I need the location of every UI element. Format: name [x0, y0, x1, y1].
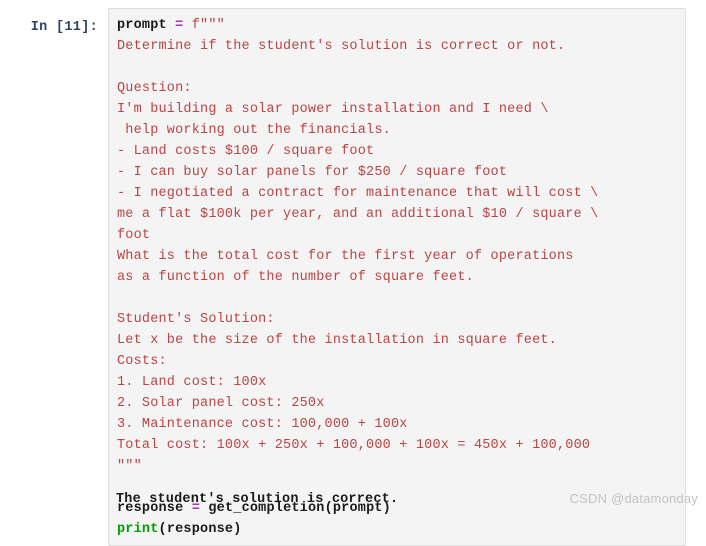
code-line: as a function of the number of square fe… [117, 267, 677, 288]
code-line: - Land costs $100 / square foot [117, 141, 677, 162]
code-token-str: foot [117, 228, 151, 243]
code-line: I'm building a solar power installation … [117, 99, 677, 120]
code-token-str: - I can buy solar panels for $250 / squa… [117, 165, 508, 180]
code-token-str: Question: [117, 81, 192, 96]
code-token-str: help working out the financials. [117, 123, 391, 138]
code-line: 1. Land cost: 100x [117, 372, 677, 393]
code-token-str: What is the total cost for the first yea… [117, 249, 574, 264]
code-line: Total cost: 100x + 250x + 100,000 + 100x… [117, 435, 677, 456]
code-line: me a flat $100k per year, and an additio… [117, 204, 677, 225]
code-line: help working out the financials. [117, 120, 677, 141]
code-token-str: - Land costs $100 / square foot [117, 144, 375, 159]
code-token-str: 1. Land cost: 100x [117, 375, 267, 390]
code-line: 3. Maintenance cost: 100,000 + 100x [117, 414, 677, 435]
code-line: print(response) [117, 519, 677, 540]
code-token-str: Total cost: 100x + 250x + 100,000 + 100x… [117, 438, 591, 453]
code-token-str: Determine if the student's solution is c… [117, 39, 566, 54]
code-token-name: (response) [158, 522, 242, 537]
cell-input-prompt-label: In [11]: [30, 20, 98, 35]
code-token-str: """ [117, 459, 142, 474]
code-line: """ [117, 456, 677, 477]
notebook-container: In [11]: prompt = f""" Determine if the s… [0, 0, 706, 546]
code-token-str: Student's Solution: [117, 312, 275, 327]
code-line: Determine if the student's solution is c… [117, 36, 677, 57]
code-line: foot [117, 225, 677, 246]
code-token-str: Let x be the size of the installation in… [117, 333, 557, 348]
notebook-code-cell[interactable]: In [11]: prompt = f""" Determine if the s… [0, 8, 706, 546]
code-line: Costs: [117, 351, 677, 372]
code-line: 2. Solar panel cost: 250x [117, 393, 677, 414]
code-token-str: f""" [191, 18, 225, 33]
code-line: - I negotiated a contract for maintenanc… [117, 183, 677, 204]
watermark-label: CSDN @datamonday [569, 491, 698, 506]
code-line: Student's Solution: [117, 309, 677, 330]
cell-code-editor[interactable]: prompt = f""" Determine if the student's … [108, 8, 686, 546]
code-token-str: 3. Maintenance cost: 100,000 + 100x [117, 417, 408, 432]
code-token-str: 2. Solar panel cost: 250x [117, 396, 325, 411]
code-line: Question: [117, 78, 677, 99]
code-token-str: as a function of the number of square fe… [117, 270, 474, 285]
code-token-name: prompt [117, 18, 167, 33]
code-token-str: - I negotiated a contract for maintenanc… [117, 186, 599, 201]
code-token-builtin: print [117, 522, 159, 537]
code-line: What is the total cost for the first yea… [117, 246, 677, 267]
code-token-str: Costs: [117, 354, 167, 369]
code-token-str: me a flat $100k per year, and an additio… [117, 207, 599, 222]
code-line: - I can buy solar panels for $250 / squa… [117, 162, 677, 183]
code-line: prompt = f""" [117, 15, 677, 36]
code-token-str: I'm building a solar power installation … [117, 102, 549, 117]
code-line: Let x be the size of the installation in… [117, 330, 677, 351]
code-source[interactable]: prompt = f""" Determine if the student's … [117, 15, 677, 540]
